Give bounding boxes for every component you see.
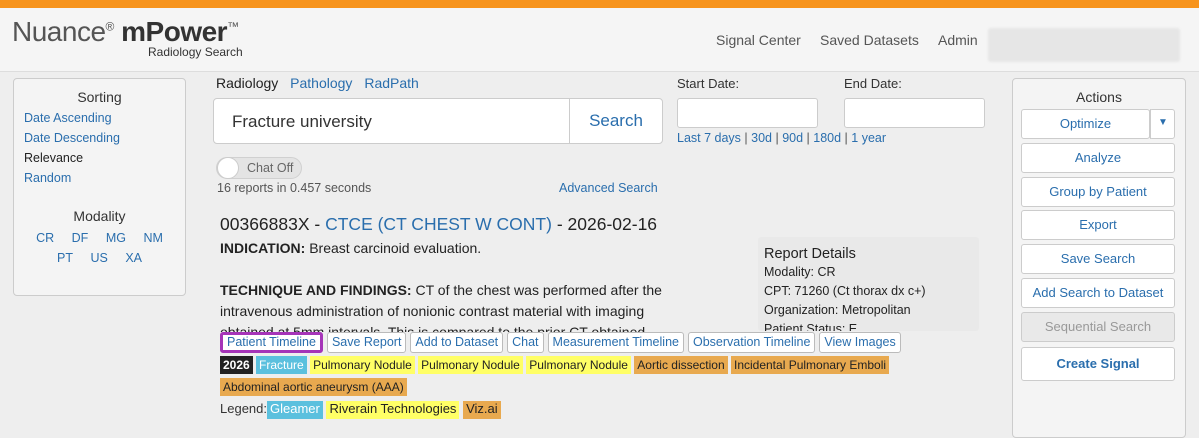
view-images-button[interactable]: View Images: [819, 332, 901, 353]
modality-us[interactable]: US: [90, 251, 107, 265]
accent-bar: [0, 0, 1199, 8]
tab-radiology[interactable]: Radiology: [216, 75, 278, 91]
toggle-knob: [217, 157, 239, 179]
brand-logo[interactable]: Nuance® mPower™: [12, 16, 239, 48]
brand-subtitle: Radiology Search: [148, 45, 243, 59]
quick-date-30d[interactable]: 30d: [751, 131, 772, 145]
sort-date-descending[interactable]: Date Descending: [24, 131, 120, 145]
modality-mg[interactable]: MG: [106, 231, 126, 245]
modality-nm[interactable]: NM: [143, 231, 162, 245]
advanced-search-link[interactable]: Advanced Search: [559, 181, 658, 195]
tag-pulmonary-nodule: Pulmonary Nodule: [418, 356, 523, 374]
measurement-timeline-button[interactable]: Measurement Timeline: [547, 332, 684, 353]
details-organization: Organization: Metropolitan: [764, 303, 911, 317]
result-title: 00366883X - CTCE (CT CHEST W CONT) - 202…: [220, 214, 658, 234]
search-input[interactable]: Fracture university: [232, 112, 372, 132]
legend-riverain: Riverain Technologies: [326, 401, 460, 419]
result-actions: Patient Timeline Save Report Add to Data…: [220, 332, 901, 353]
brand-name-a: Nuance: [12, 16, 106, 47]
result-stats: 16 reports in 0.457 seconds: [217, 181, 372, 195]
result-accession: 00366883X: [220, 214, 310, 234]
end-date-input[interactable]: [844, 98, 985, 128]
quick-date-180d[interactable]: 180d: [813, 131, 841, 145]
tag-fracture: Fracture: [256, 356, 307, 374]
sequential-search-button[interactable]: Sequential Search: [1021, 312, 1175, 342]
add-to-dataset-button[interactable]: Add to Dataset: [410, 332, 504, 353]
chat-toggle-label: Chat Off: [247, 161, 294, 175]
result-date: 2026-02-16: [567, 214, 658, 234]
tag-pulmonary-emboli: Incidental Pulmonary Emboli: [730, 356, 890, 374]
legend: Legend: Gleamer Riverain Technologies Viz…: [220, 401, 501, 423]
quick-date-links: Last 7 days | 30d | 90d | 180d | 1 year: [677, 131, 887, 145]
nav-saved-datasets[interactable]: Saved Datasets: [820, 32, 919, 48]
start-date-input[interactable]: [677, 98, 818, 128]
modality-xa[interactable]: XA: [125, 251, 142, 265]
modality-title: Modality: [73, 208, 126, 224]
create-signal-button[interactable]: Create Signal: [1021, 347, 1175, 381]
details-title: Report Details: [764, 246, 856, 262]
search-tabs: Radiology Pathology RadPath: [216, 75, 427, 91]
tag-aortic-dissection: Aortic dissection: [634, 356, 728, 374]
sorting-title: Sorting: [77, 89, 122, 105]
chevron-down-icon[interactable]: ▼: [1150, 109, 1175, 139]
save-search-button[interactable]: Save Search: [1021, 244, 1175, 274]
modality-df[interactable]: DF: [72, 231, 89, 245]
quick-date-7d[interactable]: Last 7 days: [677, 131, 741, 145]
sort-random[interactable]: Random: [24, 171, 71, 185]
patient-timeline-button[interactable]: Patient Timeline: [220, 332, 323, 353]
legend-label: Legend:: [220, 401, 267, 416]
export-button[interactable]: Export: [1021, 210, 1175, 240]
start-date-label: Start Date:: [677, 76, 740, 91]
tab-pathology[interactable]: Pathology: [290, 75, 352, 91]
actions-title: Actions: [1076, 89, 1122, 105]
optimize-button[interactable]: Optimize: [1021, 109, 1150, 139]
report-details: Report Details Modality: CR CPT: 71260 (…: [758, 237, 979, 331]
tag-aaa: Abdominal aortic aneurysm (AAA): [220, 378, 407, 396]
indication-label: INDICATION:: [220, 240, 306, 256]
details-patient-status: Patient Status: E: [764, 322, 858, 331]
modality-cr[interactable]: CR: [36, 231, 54, 245]
sort-date-ascending[interactable]: Date Ascending: [24, 111, 112, 125]
legend-vizai: Viz.ai: [463, 401, 501, 419]
header: Nuance® mPower™ Radiology Search Signal …: [0, 8, 1199, 72]
tab-radpath[interactable]: RadPath: [364, 75, 418, 91]
report-text: INDICATION: Breast carcinoid evaluation.…: [220, 238, 680, 332]
add-search-to-dataset-button[interactable]: Add Search to Dataset: [1021, 278, 1175, 308]
tag-pulmonary-nodule: Pulmonary Nodule: [526, 356, 631, 374]
search-button[interactable]: Search: [569, 99, 662, 143]
chat-button[interactable]: Chat: [507, 332, 544, 353]
search-bar: Fracture university Search: [213, 98, 663, 144]
brand-name-b: mPower: [121, 16, 228, 47]
quick-date-1y[interactable]: 1 year: [851, 131, 886, 145]
details-modality: Modality: CR: [764, 265, 836, 279]
modality-row-1: CR DF MG NM: [14, 231, 185, 245]
modality-pt[interactable]: PT: [57, 251, 73, 265]
end-date-label: End Date:: [844, 76, 902, 91]
user-menu[interactable]: [988, 28, 1180, 62]
nav-admin[interactable]: Admin: [938, 32, 978, 48]
findings-label: TECHNIQUE AND FINDINGS:: [220, 282, 412, 298]
chat-toggle[interactable]: Chat Off: [216, 157, 302, 179]
sort-relevance[interactable]: Relevance: [24, 151, 83, 165]
analyze-button[interactable]: Analyze: [1021, 143, 1175, 173]
observation-timeline-button[interactable]: Observation Timeline: [687, 332, 816, 353]
group-by-patient-button[interactable]: Group by Patient: [1021, 177, 1175, 207]
quick-date-90d[interactable]: 90d: [782, 131, 803, 145]
finding-tags: 2026 Fracture Pulmonary Nodule Pulmonary…: [220, 356, 920, 400]
filter-panel: Sorting Date Ascending Date Descending R…: [13, 78, 186, 296]
modality-row-2: PT US XA: [14, 251, 185, 265]
result-exam-link[interactable]: CTCE (CT CHEST W CONT): [325, 214, 552, 234]
legend-gleamer: Gleamer: [267, 401, 323, 419]
save-report-button[interactable]: Save Report: [326, 332, 407, 353]
nav-signal-center[interactable]: Signal Center: [716, 32, 801, 48]
tag-pulmonary-nodule: Pulmonary Nodule: [310, 356, 415, 374]
details-cpt: CPT: 71260 (Ct thorax dx c+): [764, 284, 926, 298]
tag-year: 2026: [220, 356, 253, 374]
indication-text: Breast carcinoid evaluation.: [309, 240, 482, 256]
